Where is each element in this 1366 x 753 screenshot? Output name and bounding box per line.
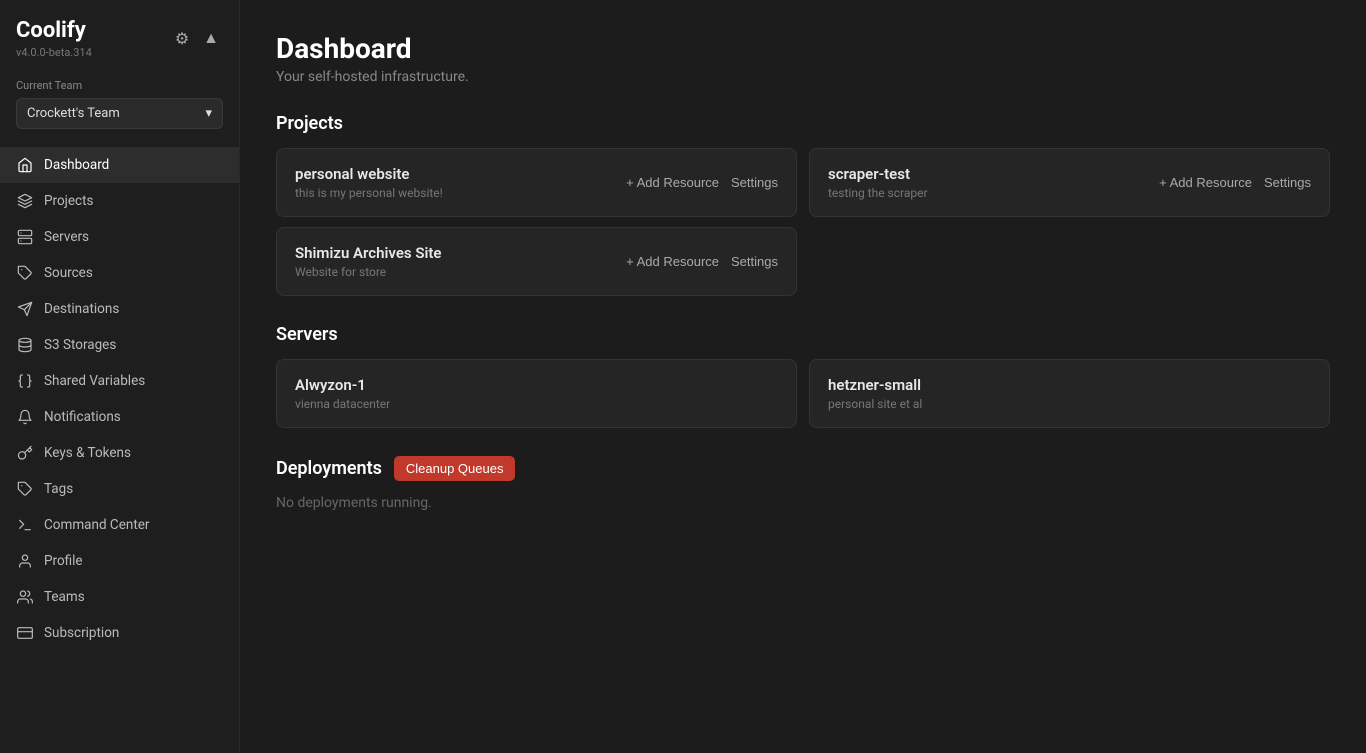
server-card-alwyzon[interactable]: Alwyzon-1 vienna datacenter	[276, 359, 797, 428]
project-info: Shimizu Archives Site Website for store	[295, 244, 442, 279]
bell-icon	[16, 408, 34, 426]
projects-grid-row2: Shimizu Archives Site Website for store …	[276, 227, 1330, 296]
no-deployments-text: No deployments running.	[276, 495, 1330, 511]
project-card-personal-website[interactable]: personal website this is my personal web…	[276, 148, 797, 217]
settings-button[interactable]: Settings	[1264, 175, 1311, 190]
sidebar-item-teams[interactable]: Teams	[0, 579, 239, 615]
home-icon	[16, 156, 34, 174]
server-card-hetzner[interactable]: hetzner-small personal site et al	[809, 359, 1330, 428]
project-info: scraper-test testing the scraper	[828, 165, 928, 200]
sidebar-item-label: Notifications	[44, 409, 121, 425]
brand-area: Coolify v4.0.0-beta.314	[16, 18, 92, 59]
sidebar-item-label: Sources	[44, 265, 93, 281]
deployments-header: Deployments Cleanup Queues	[276, 456, 1330, 481]
project-desc: this is my personal website!	[295, 186, 443, 200]
gear-icon: ⚙	[175, 31, 189, 48]
cleanup-queues-button[interactable]: Cleanup Queues	[394, 456, 516, 481]
chevron-down-icon: ▾	[205, 106, 212, 121]
tag-icon	[16, 480, 34, 498]
users-icon	[16, 588, 34, 606]
project-name: scraper-test	[828, 165, 928, 183]
settings-icon-btn[interactable]: ⚙	[171, 27, 193, 51]
team-selector[interactable]: Crockett's Team ▾	[16, 98, 223, 129]
settings-button[interactable]: Settings	[731, 175, 778, 190]
current-team-label: Current Team	[16, 79, 223, 92]
add-resource-button[interactable]: + Add Resource	[1159, 175, 1252, 190]
project-card-scraper-test[interactable]: scraper-test testing the scraper + Add R…	[809, 148, 1330, 217]
credit-card-icon	[16, 624, 34, 642]
sidebar-item-label: S3 Storages	[44, 337, 116, 353]
key-icon	[16, 444, 34, 462]
servers-grid: Alwyzon-1 vienna datacenter hetzner-smal…	[276, 359, 1330, 428]
server-desc: vienna datacenter	[295, 397, 778, 411]
sidebar-item-servers[interactable]: Servers	[0, 219, 239, 255]
nav-section: Dashboard Projects Servers Sources	[0, 143, 239, 753]
sidebar-item-label: Command Center	[44, 517, 149, 533]
project-desc: testing the scraper	[828, 186, 928, 200]
sources-icon	[16, 264, 34, 282]
brand-name: Coolify	[16, 18, 92, 44]
sidebar-item-tags[interactable]: Tags	[0, 471, 239, 507]
projects-section-title: Projects	[276, 113, 1330, 134]
sidebar-item-label: Subscription	[44, 625, 119, 641]
header-icons: ⚙ ▲	[171, 27, 223, 51]
sidebar-header: Coolify v4.0.0-beta.314 ⚙ ▲	[0, 0, 239, 71]
sidebar-item-label: Shared Variables	[44, 373, 145, 389]
sidebar-item-sources[interactable]: Sources	[0, 255, 239, 291]
sidebar-item-keys-tokens[interactable]: Keys & Tokens	[0, 435, 239, 471]
settings-button[interactable]: Settings	[731, 254, 778, 269]
sidebar-item-profile[interactable]: Profile	[0, 543, 239, 579]
sidebar-item-label: Servers	[44, 229, 89, 245]
add-resource-button[interactable]: + Add Resource	[626, 254, 719, 269]
sidebar-item-label: Tags	[44, 481, 73, 497]
project-actions: + Add Resource Settings	[1159, 175, 1311, 190]
page-subtitle: Your self-hosted infrastructure.	[276, 69, 1330, 85]
user-icon	[16, 552, 34, 570]
server-name: hetzner-small	[828, 376, 1311, 394]
project-desc: Website for store	[295, 265, 442, 279]
chevron-up-icon: ▲	[203, 30, 219, 47]
terminal-icon	[16, 516, 34, 534]
sidebar-item-projects[interactable]: Projects	[0, 183, 239, 219]
server-name: Alwyzon-1	[295, 376, 778, 394]
add-resource-button[interactable]: + Add Resource	[626, 175, 719, 190]
destinations-icon	[16, 300, 34, 318]
server-desc: personal site et al	[828, 397, 1311, 411]
team-name: Crockett's Team	[27, 106, 120, 121]
sidebar-item-label: Keys & Tokens	[44, 445, 131, 461]
main-content: Dashboard Your self-hosted infrastructur…	[240, 0, 1366, 753]
layers-icon	[16, 192, 34, 210]
sidebar-item-s3-storages[interactable]: S3 Storages	[0, 327, 239, 363]
sidebar-item-label: Profile	[44, 553, 83, 569]
project-name: personal website	[295, 165, 443, 183]
servers-section-title: Servers	[276, 324, 1330, 345]
database-icon	[16, 336, 34, 354]
project-card-shimizu[interactable]: Shimizu Archives Site Website for store …	[276, 227, 797, 296]
sidebar-item-label: Dashboard	[44, 157, 109, 173]
server-icon	[16, 228, 34, 246]
projects-grid: personal website this is my personal web…	[276, 148, 1330, 217]
project-actions: + Add Resource Settings	[626, 175, 778, 190]
sidebar-item-subscription[interactable]: Subscription	[0, 615, 239, 651]
sidebar-item-label: Destinations	[44, 301, 119, 317]
project-name: Shimizu Archives Site	[295, 244, 442, 262]
current-team-section: Current Team Crockett's Team ▾	[0, 71, 239, 143]
sidebar-item-notifications[interactable]: Notifications	[0, 399, 239, 435]
page-title: Dashboard	[276, 32, 1330, 65]
sidebar-item-label: Projects	[44, 193, 94, 209]
project-actions: + Add Resource Settings	[626, 254, 778, 269]
sidebar-item-label: Teams	[44, 589, 85, 605]
chevron-icon-btn[interactable]: ▲	[199, 28, 223, 50]
braces-icon	[16, 372, 34, 390]
deployments-title: Deployments	[276, 458, 382, 479]
brand-version: v4.0.0-beta.314	[16, 46, 92, 59]
sidebar-item-dashboard[interactable]: Dashboard	[0, 147, 239, 183]
sidebar-item-shared-variables[interactable]: Shared Variables	[0, 363, 239, 399]
sidebar-item-destinations[interactable]: Destinations	[0, 291, 239, 327]
sidebar: Coolify v4.0.0-beta.314 ⚙ ▲ Current Team…	[0, 0, 240, 753]
project-info: personal website this is my personal web…	[295, 165, 443, 200]
sidebar-item-command-center[interactable]: Command Center	[0, 507, 239, 543]
empty-card-placeholder	[809, 227, 1330, 296]
